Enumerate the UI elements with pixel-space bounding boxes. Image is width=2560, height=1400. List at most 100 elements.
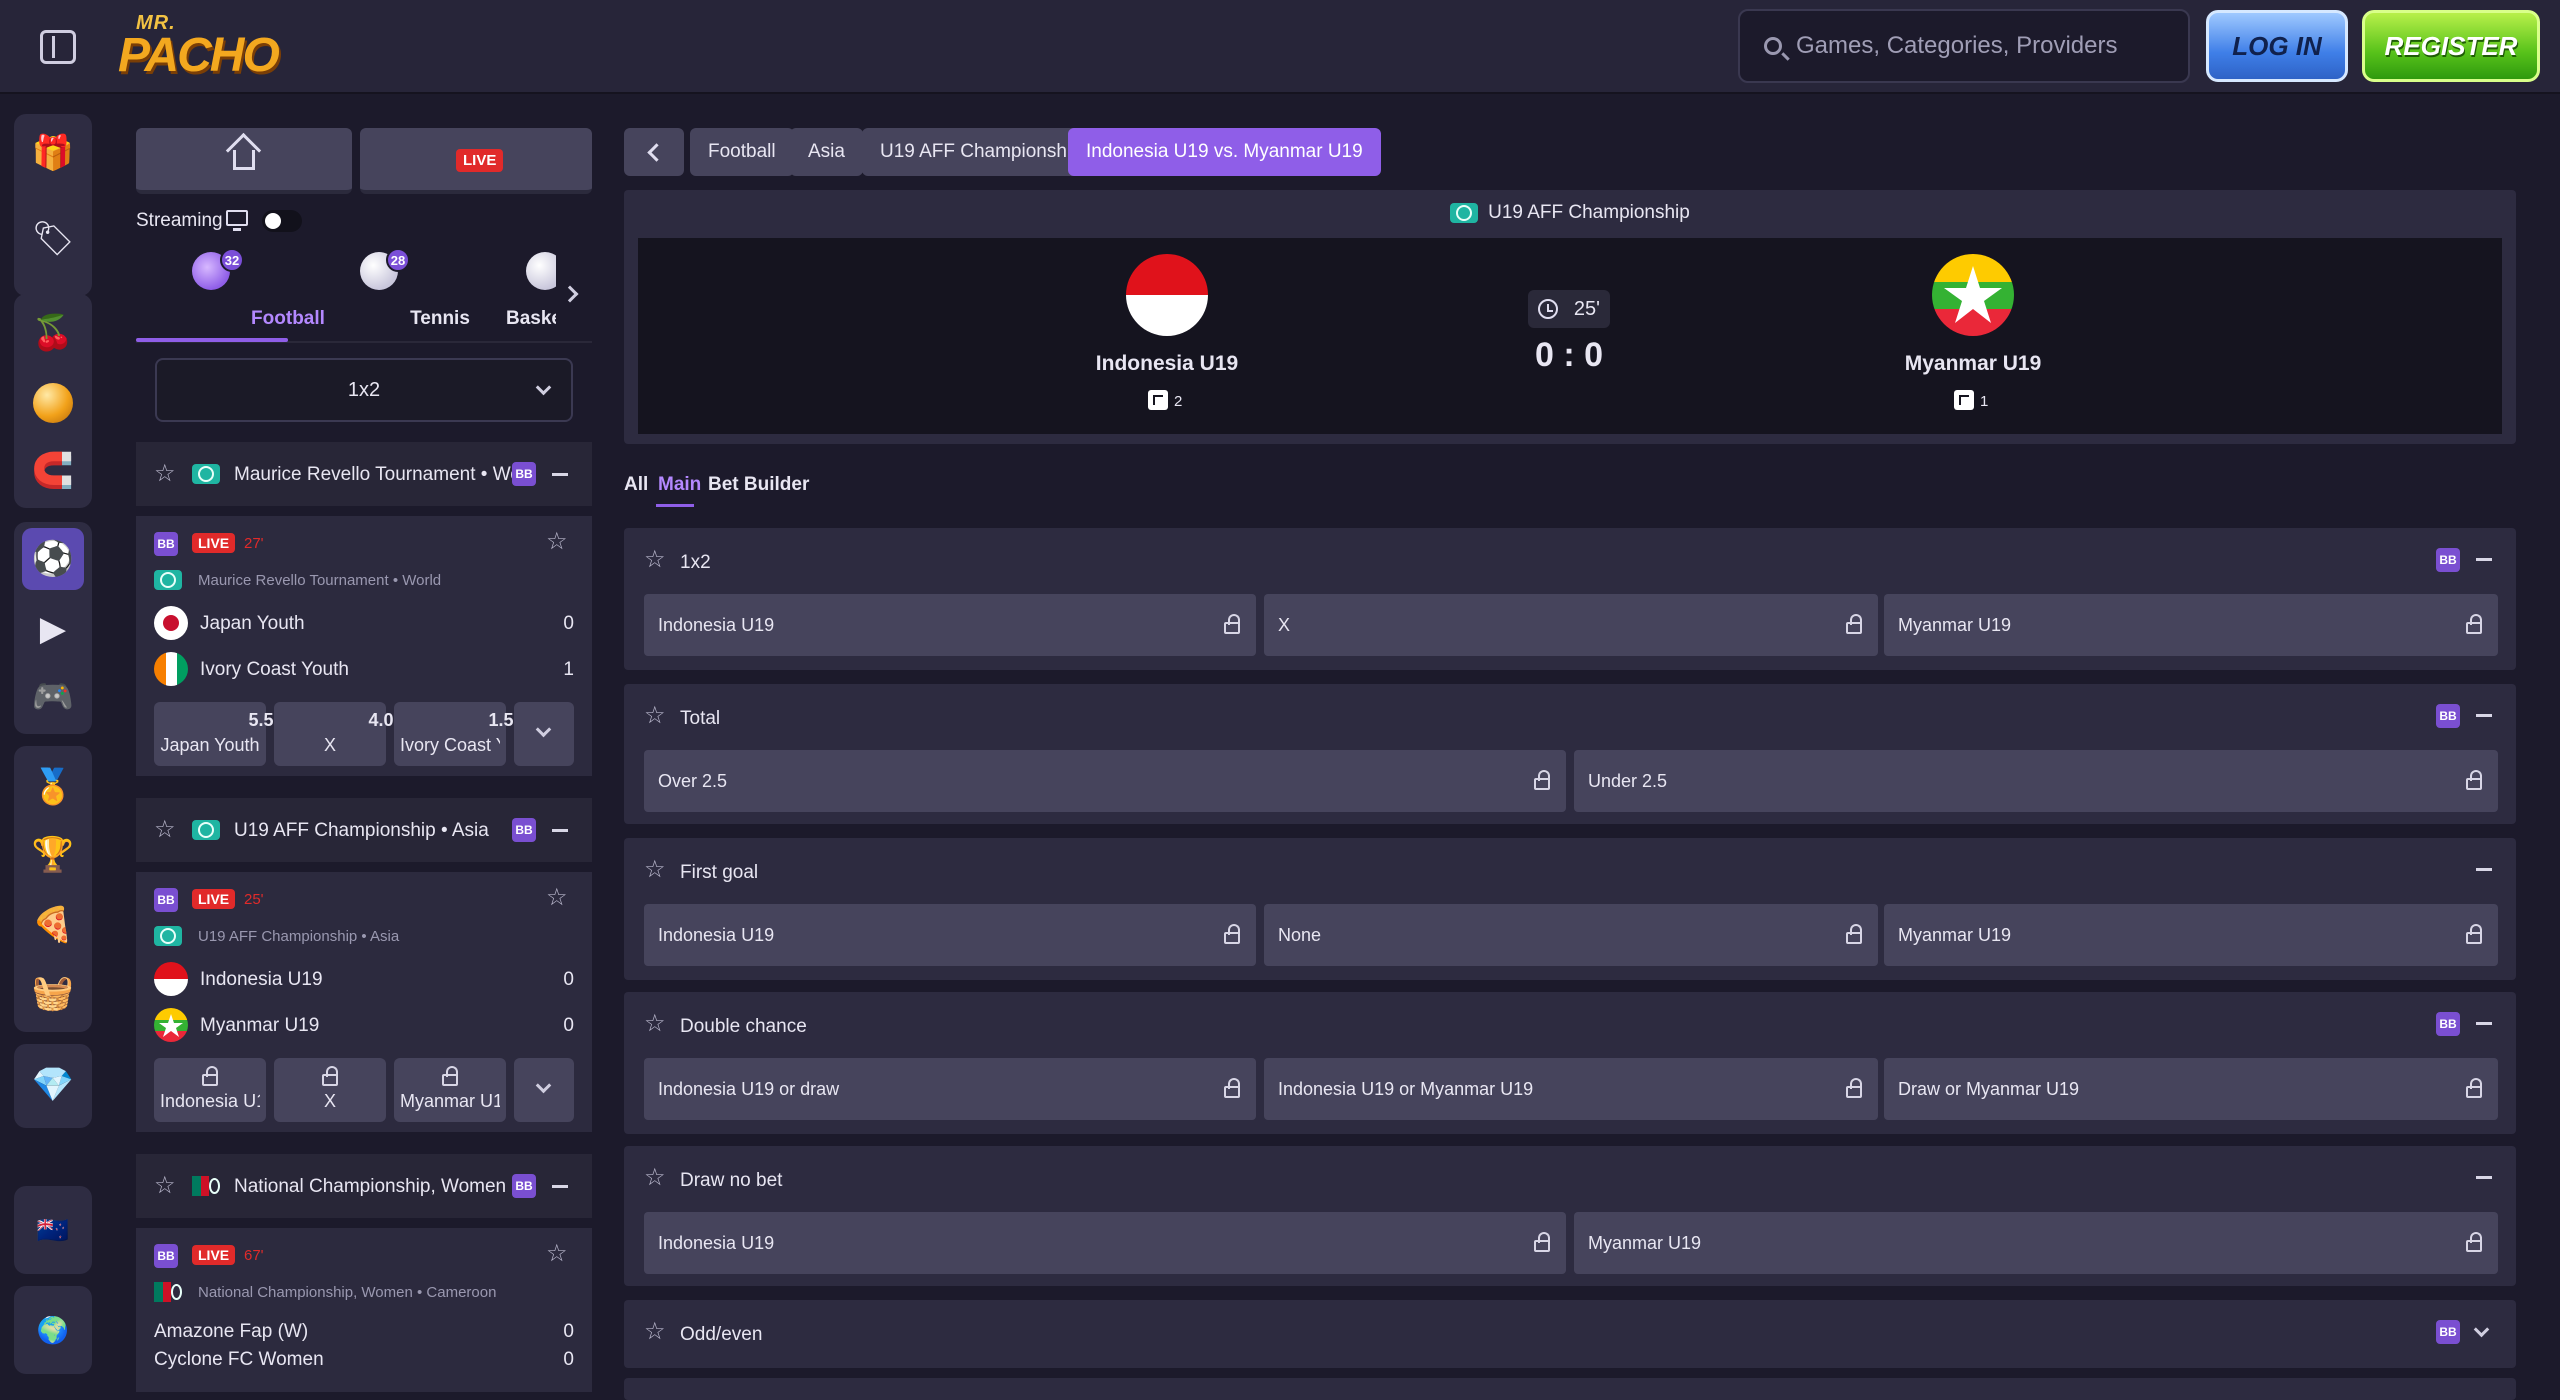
collapse-icon[interactable] xyxy=(2476,558,2492,561)
favorite-star-icon[interactable]: ☆ xyxy=(644,1166,666,1190)
ivory-coast-flag-icon xyxy=(154,652,188,686)
selection-button[interactable]: Under 2.5 xyxy=(1574,750,2498,812)
breadcrumb-item[interactable]: Football xyxy=(690,128,794,176)
selection-button[interactable]: Indonesia U19 xyxy=(644,594,1256,656)
cameroon-flag-icon xyxy=(192,1176,220,1196)
clock-icon xyxy=(1538,299,1558,319)
gem-icon[interactable]: 💎 xyxy=(22,1054,84,1116)
sports-ball-icon[interactable]: ⚽ xyxy=(22,528,84,590)
more-markets-button[interactable] xyxy=(514,702,574,766)
streaming-toggle[interactable] xyxy=(262,210,302,232)
shop-basket-icon[interactable]: 🧺 xyxy=(22,962,84,1024)
odd-button[interactable]: 5.50 Japan Youth xyxy=(154,702,284,766)
market-odd-even[interactable]: ☆ Odd/even BB xyxy=(624,1300,2516,1368)
sidebar-toggle-icon[interactable] xyxy=(40,30,76,64)
favorite-star-icon[interactable]: ☆ xyxy=(644,1012,666,1036)
market-first-goal: ☆ First goal Indonesia U19 None Myanmar … xyxy=(624,838,2516,980)
language-flag-icon[interactable]: 🇳🇿 xyxy=(22,1199,84,1261)
favorite-star-icon[interactable]: ☆ xyxy=(546,886,568,910)
register-button[interactable]: REGISTER xyxy=(2362,10,2540,82)
bet-builder-badge: BB xyxy=(154,1244,178,1268)
search-box[interactable] xyxy=(1738,9,2190,83)
odd-button-locked[interactable]: Indonesia U19 xyxy=(154,1058,266,1122)
odd-button[interactable]: 1.53 Ivory Coast Youth xyxy=(394,702,524,766)
favorite-star-icon[interactable]: ☆ xyxy=(154,462,176,486)
sport-tab-tennis[interactable]: 28 Tennis xyxy=(318,246,470,342)
tab-bet-builder[interactable]: Bet Builder xyxy=(708,474,809,496)
collapse-icon[interactable] xyxy=(2476,868,2492,871)
cherries-icon[interactable]: 🍒 xyxy=(22,302,84,364)
collapse-icon[interactable] xyxy=(552,1185,568,1188)
team-row: Ivory Coast Youth 1 xyxy=(154,652,574,686)
selection-button[interactable]: None xyxy=(1264,904,1878,966)
chevron-right-icon[interactable] xyxy=(561,285,579,303)
league-header[interactable]: ☆ National Championship, Women • ... BB xyxy=(136,1152,592,1218)
selection-button[interactable]: Indonesia U19 or draw xyxy=(644,1058,1256,1120)
promo-tag-icon[interactable]: 🏷 xyxy=(22,208,84,270)
lock-icon xyxy=(202,1066,218,1086)
favorite-star-icon[interactable]: ☆ xyxy=(546,1242,568,1266)
favorite-star-icon[interactable]: ☆ xyxy=(154,1174,176,1198)
market-type-select[interactable]: 1x2 xyxy=(155,358,573,422)
live-play-icon[interactable]: ▶ xyxy=(22,598,84,660)
breadcrumb-item[interactable]: Asia xyxy=(790,128,863,176)
breadcrumb-item[interactable]: U19 AFF Championship xyxy=(862,128,1100,176)
chevron-down-icon xyxy=(535,721,552,738)
collapse-icon[interactable] xyxy=(552,829,568,832)
odd-button-locked[interactable]: X xyxy=(274,1058,386,1122)
selection-label: Indonesia U19 xyxy=(658,1233,775,1253)
chevron-down-icon[interactable] xyxy=(2473,1321,2490,1338)
collapse-icon[interactable] xyxy=(2476,1176,2492,1179)
tab-all[interactable]: All xyxy=(624,474,648,496)
lock-icon xyxy=(1846,614,1862,634)
sport-tab-basketball[interactable]: Baske xyxy=(484,246,556,342)
odd-button-locked[interactable]: Myanmar U19 xyxy=(394,1058,506,1122)
pizza-icon[interactable]: 🍕 xyxy=(22,894,84,956)
event-card[interactable]: BB LIVE 67' ☆ National Championship, Wom… xyxy=(136,1228,592,1392)
selection-button[interactable]: X xyxy=(1264,594,1878,656)
gamepad-icon[interactable]: 🎮 xyxy=(22,666,84,728)
event-card[interactable]: BB LIVE 27' ☆ Maurice Revello Tournament… xyxy=(136,516,592,776)
sports-live-button[interactable]: LIVE xyxy=(360,128,592,194)
badge-icon[interactable]: 🏅 xyxy=(22,756,84,818)
collapse-icon[interactable] xyxy=(2476,714,2492,717)
favorite-star-icon[interactable]: ☆ xyxy=(546,530,568,554)
sport-tab-football[interactable]: 32 Football xyxy=(136,246,325,342)
selection-button[interactable]: Draw or Myanmar U19 xyxy=(1884,1058,2498,1120)
selection-button[interactable]: Myanmar U19 xyxy=(1574,1212,2498,1274)
collapse-icon[interactable] xyxy=(2476,1022,2492,1025)
event-card[interactable]: BB LIVE 25' ☆ U19 AFF Championship • Asi… xyxy=(136,872,592,1132)
sports-home-button[interactable] xyxy=(136,128,352,194)
site-logo[interactable]: MR. PACHO xyxy=(118,12,280,82)
favorite-star-icon[interactable]: ☆ xyxy=(154,818,176,842)
breadcrumb-current[interactable]: Indonesia U19 vs. Myanmar U19 xyxy=(1068,128,1381,176)
selection-button[interactable]: Indonesia U19 xyxy=(644,904,1256,966)
odd-button[interactable]: 4.00 X xyxy=(274,702,404,766)
favorite-star-icon[interactable]: ☆ xyxy=(644,548,666,572)
roulette-icon[interactable] xyxy=(22,372,84,434)
gift-icon[interactable]: 🎁 xyxy=(22,122,84,184)
collapse-icon[interactable] xyxy=(552,473,568,476)
favorite-star-icon[interactable]: ☆ xyxy=(644,1320,666,1344)
magnet-icon[interactable]: 🧲 xyxy=(22,440,84,502)
favorite-star-icon[interactable]: ☆ xyxy=(644,704,666,728)
more-markets-button[interactable] xyxy=(514,1058,574,1122)
selection-button[interactable]: Over 2.5 xyxy=(644,750,1566,812)
favorite-star-icon[interactable]: ☆ xyxy=(644,858,666,882)
league-header[interactable]: ☆ Maurice Revello Tournament • Wo... BB xyxy=(136,440,592,506)
globe-icon[interactable]: 🌍 xyxy=(22,1299,84,1361)
rail-group-vip: 💎 xyxy=(14,1044,92,1128)
league-header[interactable]: ☆ U19 AFF Championship • Asia BB xyxy=(136,796,592,862)
trophy-icon[interactable]: 🏆 xyxy=(22,824,84,886)
back-button[interactable] xyxy=(624,128,684,176)
search-input[interactable] xyxy=(1796,25,2176,67)
login-button[interactable]: LOG IN xyxy=(2206,10,2348,82)
selection-button[interactable]: Myanmar U19 xyxy=(1884,904,2498,966)
event-league: Maurice Revello Tournament • World xyxy=(198,572,442,589)
selection-button[interactable]: Indonesia U19 or Myanmar U19 xyxy=(1264,1058,1878,1120)
lock-icon xyxy=(1846,924,1862,944)
japan-flag-icon xyxy=(154,606,188,640)
selection-button[interactable]: Myanmar U19 xyxy=(1884,594,2498,656)
selection-button[interactable]: Indonesia U19 xyxy=(644,1212,1566,1274)
tab-main[interactable]: Main xyxy=(658,474,701,496)
